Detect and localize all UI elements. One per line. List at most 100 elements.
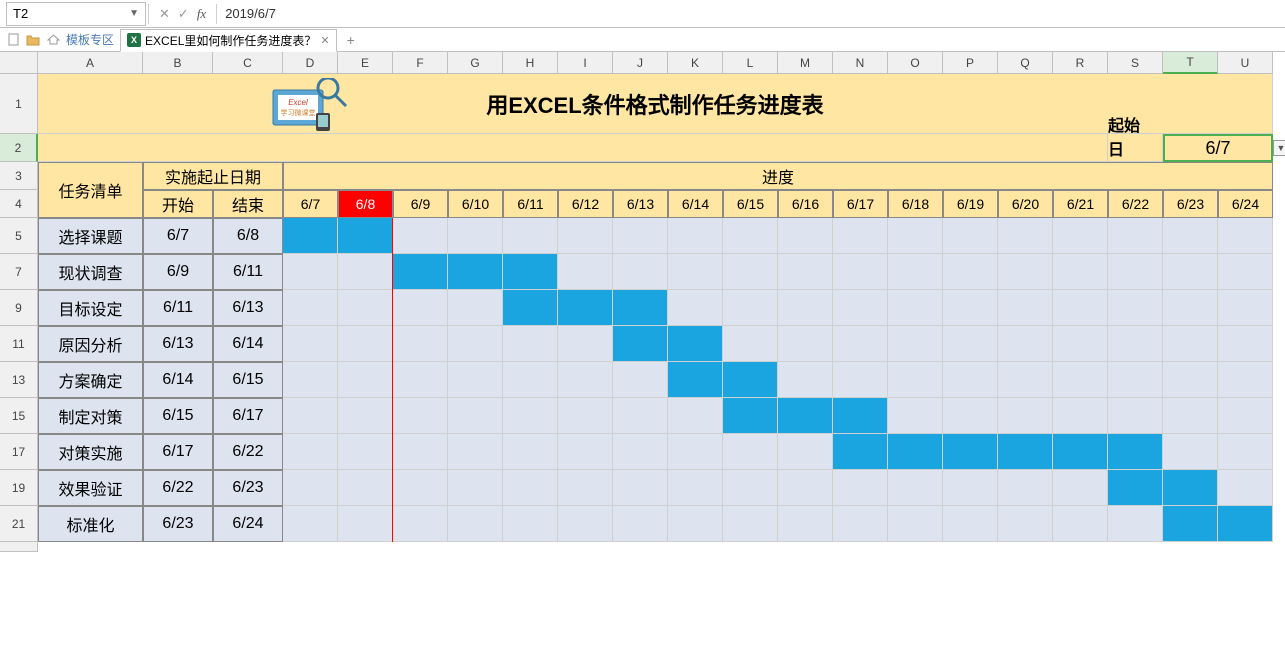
row-header-13[interactable]: 13 [0,362,38,398]
row-header-5[interactable]: 5 [0,218,38,254]
gantt-cell[interactable] [888,398,943,434]
gantt-cell[interactable] [448,362,503,398]
column-header-N[interactable]: N [833,52,888,74]
gantt-cell[interactable] [558,254,613,290]
gantt-cell[interactable] [668,470,723,506]
gantt-cell[interactable] [833,398,888,434]
column-header-U[interactable]: U [1218,52,1273,74]
gantt-cell[interactable] [338,218,393,254]
gantt-cell[interactable] [613,218,668,254]
gantt-cell[interactable] [558,290,613,326]
gantt-cell[interactable] [1218,398,1273,434]
gantt-cell[interactable] [613,470,668,506]
gantt-cell[interactable] [888,362,943,398]
gantt-cell[interactable] [1163,218,1218,254]
gantt-cell[interactable] [943,470,998,506]
row-header-17[interactable]: 17 [0,434,38,470]
gantt-cell[interactable] [1108,254,1163,290]
column-header-C[interactable]: C [213,52,283,74]
cancel-icon[interactable]: ✕ [159,6,170,22]
column-header-J[interactable]: J [613,52,668,74]
gantt-cell[interactable] [503,290,558,326]
gantt-cell[interactable] [833,434,888,470]
row-header-19[interactable]: 19 [0,470,38,506]
gantt-cell[interactable] [338,434,393,470]
gantt-cell[interactable] [1163,254,1218,290]
gantt-cell[interactable] [338,506,393,542]
gantt-cell[interactable] [393,218,448,254]
close-tab-icon[interactable]: ✕ [320,34,329,47]
gantt-cell[interactable] [1218,470,1273,506]
gantt-cell[interactable] [393,290,448,326]
gantt-cell[interactable] [1218,434,1273,470]
gantt-cell[interactable] [723,218,778,254]
gantt-cell[interactable] [338,470,393,506]
gantt-cell[interactable] [448,398,503,434]
gantt-cell[interactable] [393,470,448,506]
gantt-cell[interactable] [1163,470,1218,506]
column-header-H[interactable]: H [503,52,558,74]
gantt-cell[interactable] [283,326,338,362]
gantt-cell[interactable] [888,470,943,506]
gantt-cell[interactable] [668,326,723,362]
gantt-cell[interactable] [1053,254,1108,290]
gantt-cell[interactable] [1108,470,1163,506]
gantt-cell[interactable] [393,398,448,434]
gantt-cell[interactable] [778,254,833,290]
gantt-cell[interactable] [778,290,833,326]
gantt-cell[interactable] [998,470,1053,506]
gantt-cell[interactable] [448,470,503,506]
row-header-stub[interactable] [0,542,38,552]
column-header-G[interactable]: G [448,52,503,74]
gantt-cell[interactable] [503,254,558,290]
folder-icon[interactable] [26,33,40,47]
gantt-cell[interactable] [1108,362,1163,398]
gantt-cell[interactable] [943,362,998,398]
gantt-cell[interactable] [503,470,558,506]
gantt-cell[interactable] [448,434,503,470]
gantt-cell[interactable] [1108,290,1163,326]
formula-input[interactable]: 2019/6/7 [217,6,1285,21]
gantt-cell[interactable] [888,434,943,470]
gantt-cell[interactable] [943,254,998,290]
gantt-cell[interactable] [1218,326,1273,362]
gantt-cell[interactable] [998,218,1053,254]
gantt-cell[interactable] [723,326,778,362]
gantt-cell[interactable] [393,362,448,398]
gantt-cell[interactable] [723,398,778,434]
gantt-cell[interactable] [283,254,338,290]
gantt-cell[interactable] [1053,326,1108,362]
gantt-cell[interactable] [668,398,723,434]
gantt-cell[interactable] [833,326,888,362]
gantt-cell[interactable] [393,326,448,362]
gantt-cell[interactable] [998,326,1053,362]
gantt-cell[interactable] [558,218,613,254]
column-header-Q[interactable]: Q [998,52,1053,74]
gantt-cell[interactable] [448,326,503,362]
gantt-cell[interactable] [778,362,833,398]
gantt-cell[interactable] [833,290,888,326]
name-box[interactable]: T2 ▼ [6,2,146,26]
gantt-cell[interactable] [668,506,723,542]
gantt-cell[interactable] [558,506,613,542]
gantt-cell[interactable] [833,470,888,506]
gantt-cell[interactable] [888,218,943,254]
column-header-B[interactable]: B [143,52,213,74]
row-header-11[interactable]: 11 [0,326,38,362]
gantt-cell[interactable] [1163,290,1218,326]
column-header-K[interactable]: K [668,52,723,74]
home-icon[interactable] [46,33,60,47]
gantt-cell[interactable] [1053,362,1108,398]
gantt-cell[interactable] [393,434,448,470]
gantt-cell[interactable] [668,290,723,326]
gantt-cell[interactable] [503,362,558,398]
gantt-cell[interactable] [1108,398,1163,434]
gantt-cell[interactable] [778,506,833,542]
gantt-cell[interactable] [283,290,338,326]
gantt-cell[interactable] [503,434,558,470]
gantt-cell[interactable] [1163,398,1218,434]
gantt-cell[interactable] [998,398,1053,434]
gantt-cell[interactable] [338,326,393,362]
column-header-I[interactable]: I [558,52,613,74]
gantt-cell[interactable] [503,506,558,542]
